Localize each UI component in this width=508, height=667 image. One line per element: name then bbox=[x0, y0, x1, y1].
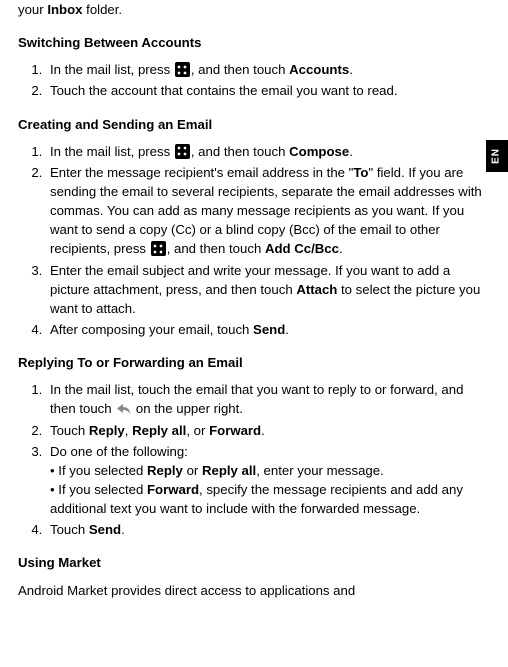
step: Enter the message recipient's email addr… bbox=[46, 163, 490, 259]
text: , or bbox=[186, 423, 209, 438]
reply-icon bbox=[116, 402, 131, 415]
bullet: • If you selected Reply or Reply all, en… bbox=[50, 461, 490, 480]
text: • If you selected bbox=[50, 463, 147, 478]
text: After composing your email, touch bbox=[50, 322, 253, 337]
step: After composing your email, touch Send. bbox=[46, 320, 490, 339]
step: Touch the account that contains the emai… bbox=[46, 81, 490, 100]
step: Enter the email subject and write your m… bbox=[46, 261, 490, 318]
heading-switching: Switching Between Accounts bbox=[18, 33, 490, 52]
text: . bbox=[285, 322, 289, 337]
menu-icon bbox=[175, 144, 190, 159]
menu-icon bbox=[175, 62, 190, 77]
text: . bbox=[121, 522, 125, 537]
text: , and then touch bbox=[191, 144, 289, 159]
heading-creating: Creating and Sending an Email bbox=[18, 115, 490, 134]
forward-label: Forward bbox=[147, 482, 199, 497]
reply-all-label: Reply all bbox=[132, 423, 186, 438]
send-label: Send bbox=[253, 322, 285, 337]
text: , bbox=[125, 423, 132, 438]
text: folder. bbox=[83, 2, 123, 17]
text: In the mail list, press bbox=[50, 144, 174, 159]
text: Touch bbox=[50, 522, 89, 537]
inbox-label: Inbox bbox=[47, 2, 82, 17]
steps-creating: In the mail list, press , and then touch… bbox=[18, 142, 490, 339]
step: Do one of the following: • If you select… bbox=[46, 442, 490, 519]
text: Do one of the following: bbox=[50, 444, 188, 459]
add-cc-bcc-label: Add Cc/Bcc bbox=[265, 241, 339, 256]
text: • If you selected bbox=[50, 482, 147, 497]
send-label: Send bbox=[89, 522, 121, 537]
text: . bbox=[339, 241, 343, 256]
compose-label: Compose bbox=[289, 144, 349, 159]
text: , and then touch bbox=[167, 241, 265, 256]
text: Enter the message recipient's email addr… bbox=[50, 165, 353, 180]
step: In the mail list, press , and then touch… bbox=[46, 60, 490, 79]
text: . bbox=[349, 62, 353, 77]
to-label: To bbox=[353, 165, 368, 180]
text: your bbox=[18, 2, 47, 17]
heading-market: Using Market bbox=[18, 553, 490, 572]
step: Touch Send. bbox=[46, 520, 490, 539]
step: In the mail list, press , and then touch… bbox=[46, 142, 490, 161]
forward-label: Forward bbox=[209, 423, 261, 438]
text: In the mail list, press bbox=[50, 62, 174, 77]
heading-replying: Replying To or Forwarding an Email bbox=[18, 353, 490, 372]
text: . bbox=[349, 144, 353, 159]
text: or bbox=[183, 463, 202, 478]
steps-switching: In the mail list, press , and then touch… bbox=[18, 60, 490, 100]
attach-label: Attach bbox=[296, 282, 337, 297]
step: In the mail list, touch the email that y… bbox=[46, 380, 490, 418]
reply-label: Reply bbox=[147, 463, 183, 478]
bullet: • If you selected Forward, specify the m… bbox=[50, 480, 490, 518]
accounts-label: Accounts bbox=[289, 62, 349, 77]
text: , enter your message. bbox=[256, 463, 384, 478]
menu-icon bbox=[151, 241, 166, 256]
text: on the upper right. bbox=[132, 401, 243, 416]
steps-replying: In the mail list, touch the email that y… bbox=[18, 380, 490, 539]
market-body: Android Market provides direct access to… bbox=[18, 581, 490, 600]
text: . bbox=[261, 423, 265, 438]
text: Touch bbox=[50, 423, 89, 438]
step: Touch Reply, Reply all, or Forward. bbox=[46, 421, 490, 440]
language-tab: EN bbox=[486, 140, 508, 172]
text: , and then touch bbox=[191, 62, 289, 77]
reply-label: Reply bbox=[89, 423, 125, 438]
intro-line: your Inbox folder. bbox=[18, 0, 490, 19]
text: In the mail list, touch the email that y… bbox=[50, 382, 463, 416]
reply-all-label: Reply all bbox=[202, 463, 256, 478]
